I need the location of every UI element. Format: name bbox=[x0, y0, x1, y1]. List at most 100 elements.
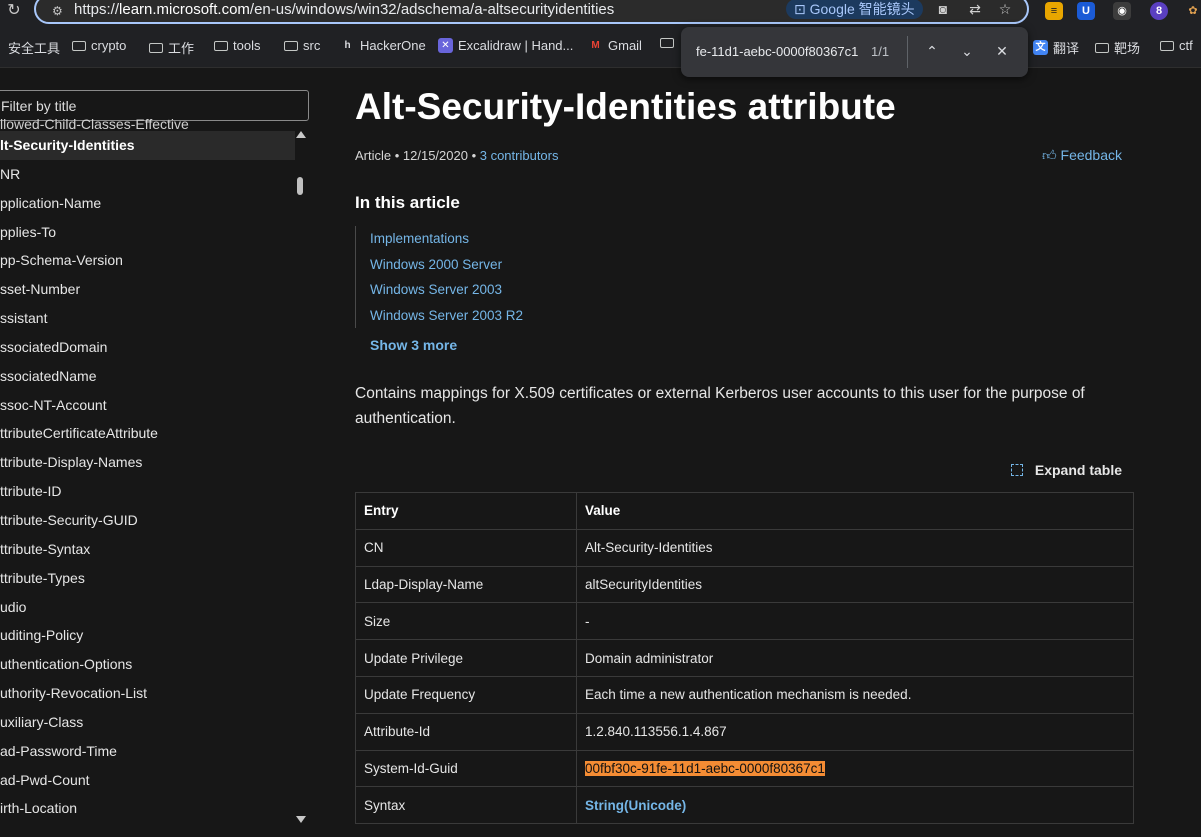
toc-item[interactable]: udio bbox=[0, 593, 295, 622]
find-next-icon[interactable]: ⌄ bbox=[956, 40, 978, 62]
toc-item[interactable]: uxiliary-Class bbox=[0, 708, 295, 737]
toc-list: llowed-Child-Classes-Effective lt-Securi… bbox=[0, 119, 295, 823]
attribute-table: Entry Value CN Alt-Security-Identities L… bbox=[355, 492, 1134, 825]
table-row: Ldap-Display-Name altSecurityIdentities bbox=[355, 565, 1134, 604]
bookmark-folder-range[interactable]: 靶场 bbox=[1095, 38, 1140, 57]
syntax-link[interactable]: String(Unicode) bbox=[585, 798, 686, 813]
cookie-extension-icon[interactable]: ✿ bbox=[1184, 2, 1201, 20]
toc-item[interactable]: uthority-Revocation-List bbox=[0, 679, 295, 708]
bookmark-label: ctf bbox=[1179, 38, 1193, 53]
toc-item[interactable]: ttribute-ID bbox=[0, 477, 295, 506]
bookmark-folder[interactable] bbox=[660, 38, 674, 48]
toc-item[interactable]: ttribute-Security-GUID bbox=[0, 506, 295, 535]
omnibox[interactable]: ⚙ https://learn.microsoft.com/en-us/wind… bbox=[34, 0, 1029, 24]
in-article-link[interactable]: Windows Server 2003 R2 bbox=[370, 303, 523, 329]
toc-item[interactable]: irth-Location bbox=[0, 794, 295, 823]
feedback-label: Feedback bbox=[1060, 147, 1122, 163]
toc-item[interactable]: ttribute-Display-Names bbox=[0, 448, 295, 477]
toc-item[interactable]: pplies-To bbox=[0, 218, 295, 247]
site-settings-icon[interactable]: ⚙ bbox=[52, 4, 68, 18]
entry-cell: Size bbox=[355, 602, 577, 641]
toc-item[interactable]: ssoc-NT-Account bbox=[0, 391, 295, 420]
in-article-link[interactable]: Implementations bbox=[370, 226, 523, 252]
article-meta: Article • 12/15/2020 • 3 contributors bbox=[355, 148, 559, 163]
value-cell: String(Unicode) bbox=[576, 786, 1134, 825]
toc-item[interactable]: ad-Password-Time bbox=[0, 737, 295, 766]
toc-item[interactable]: pp-Schema-Version bbox=[0, 246, 295, 275]
find-query-input[interactable]: fe-11d1-aebc-0000f80367c1 bbox=[696, 44, 858, 59]
bookmark-folder-src[interactable]: src bbox=[284, 38, 320, 53]
expand-table-button[interactable]: Expand table bbox=[1010, 462, 1122, 478]
bookmark-label: 翻译 bbox=[1053, 41, 1080, 56]
reader-mode-icon[interactable]: ◙ bbox=[932, 0, 954, 19]
extension-badge-icon[interactable]: 8 bbox=[1150, 2, 1168, 20]
feedback-button[interactable]: 👍︎ Feedback bbox=[1042, 147, 1122, 164]
bookmark-folder-work[interactable]: 工作 bbox=[149, 38, 194, 57]
translate-icon: 文 bbox=[1033, 40, 1048, 55]
value-cell: 1.2.840.113556.1.4.867 bbox=[576, 712, 1134, 751]
in-article-link[interactable]: Windows 2000 Server bbox=[370, 252, 523, 278]
thumbs-up-icon: 👍︎ bbox=[1041, 147, 1061, 163]
bookmark-folder-ctf[interactable]: ctf bbox=[1160, 38, 1193, 53]
bookmark-folder-crypto[interactable]: crypto bbox=[72, 38, 126, 53]
show-more-link[interactable]: Show 3 more bbox=[370, 337, 457, 353]
bookmark-translate[interactable]: 文翻译 bbox=[1033, 38, 1079, 57]
bookmark-hackerone[interactable]: h HackerOne bbox=[340, 38, 425, 53]
bookmark-label: tools bbox=[233, 38, 261, 53]
toc-item[interactable]: ad-Pwd-Count bbox=[0, 766, 295, 795]
find-previous-icon[interactable]: ⌃ bbox=[921, 40, 943, 62]
toc-item[interactable]: ttributeCertificateAttribute bbox=[0, 419, 295, 448]
toc-item[interactable]: uthentication-Options bbox=[0, 650, 295, 679]
toc-item-partial[interactable]: llowed-Child-Classes-Effective bbox=[0, 119, 295, 131]
table-row: System-Id-Guid 00fbf30c-91fe-11d1-aebc-0… bbox=[355, 749, 1134, 788]
entry-cell: Ldap-Display-Name bbox=[355, 565, 577, 604]
toc-item[interactable]: ssistant bbox=[0, 304, 295, 333]
contributors-link[interactable]: 3 contributors bbox=[480, 148, 559, 163]
extension-icon[interactable]: ≡ bbox=[1045, 2, 1063, 20]
value-cell: - bbox=[576, 602, 1134, 641]
incognito-extension-icon[interactable]: ◉ bbox=[1113, 2, 1131, 20]
toc-item[interactable]: sset-Number bbox=[0, 275, 295, 304]
excalidraw-icon: ✕ bbox=[438, 38, 453, 53]
bookmark-security-tools[interactable]: 安全工具 bbox=[8, 38, 60, 57]
folder-icon bbox=[284, 40, 298, 51]
bookmark-label: 工作 bbox=[168, 41, 195, 56]
toc-item[interactable]: ttribute-Types bbox=[0, 564, 295, 593]
google-lens-chip[interactable]: ⊡ Google 智能镜头 bbox=[786, 0, 923, 19]
in-article-link[interactable]: Windows Server 2003 bbox=[370, 277, 523, 303]
bookmark-gmail[interactable]: M Gmail bbox=[588, 38, 642, 53]
page-title: Alt-Security-Identities attribute bbox=[355, 86, 896, 127]
bookmark-label: 靶场 bbox=[1114, 41, 1141, 56]
bookmark-folder-tools[interactable]: tools bbox=[214, 38, 260, 53]
gmail-icon: M bbox=[591, 40, 600, 51]
entry-cell: Attribute-Id bbox=[355, 712, 577, 751]
toc-item-active[interactable]: lt-Security-Identities bbox=[0, 131, 295, 160]
article-description: Contains mappings for X.509 certificates… bbox=[355, 385, 1085, 427]
entry-cell: System-Id-Guid bbox=[355, 749, 577, 788]
toc-filter-input[interactable]: Filter by title bbox=[0, 90, 309, 121]
address-bar-row: ↻ ⚙ https://learn.microsoft.com/en-us/wi… bbox=[0, 0, 1201, 24]
table-row: Update Privilege Domain administrator bbox=[355, 639, 1134, 677]
scroll-down-icon[interactable] bbox=[296, 816, 306, 823]
table-row: Attribute-Id 1.2.840.113556.1.4.867 bbox=[355, 712, 1134, 751]
url-text[interactable]: https://learn.microsoft.com/en-us/window… bbox=[74, 1, 614, 18]
toc-sidebar: Filter by title llowed-Child-Classes-Eff… bbox=[0, 68, 320, 837]
bitwarden-icon[interactable]: U bbox=[1077, 2, 1095, 20]
scroll-thumb[interactable] bbox=[297, 177, 303, 195]
entry-cell: Update Privilege bbox=[355, 639, 577, 677]
translate-page-icon[interactable]: ⇄ bbox=[964, 0, 986, 19]
toc-item[interactable]: pplication-Name bbox=[0, 189, 295, 218]
toc-item[interactable]: ssociatedDomain bbox=[0, 333, 295, 362]
toc-item[interactable]: ttribute-Syntax bbox=[0, 535, 295, 564]
bookmark-label: Excalidraw | Hand... bbox=[458, 38, 574, 53]
scroll-up-icon[interactable] bbox=[296, 131, 306, 138]
bookmark-excalidraw[interactable]: ✕ Excalidraw | Hand... bbox=[438, 38, 573, 53]
toc-item[interactable]: ssociatedName bbox=[0, 362, 295, 391]
find-close-icon[interactable]: ✕ bbox=[991, 40, 1013, 62]
toc-scrollbar[interactable] bbox=[295, 128, 309, 828]
toc-item[interactable]: NR bbox=[0, 160, 295, 189]
folder-icon bbox=[1160, 40, 1174, 51]
bookmark-star-icon[interactable]: ☆ bbox=[994, 0, 1016, 19]
reload-icon[interactable]: ↻ bbox=[4, 1, 24, 21]
toc-item[interactable]: uditing-Policy bbox=[0, 621, 295, 650]
